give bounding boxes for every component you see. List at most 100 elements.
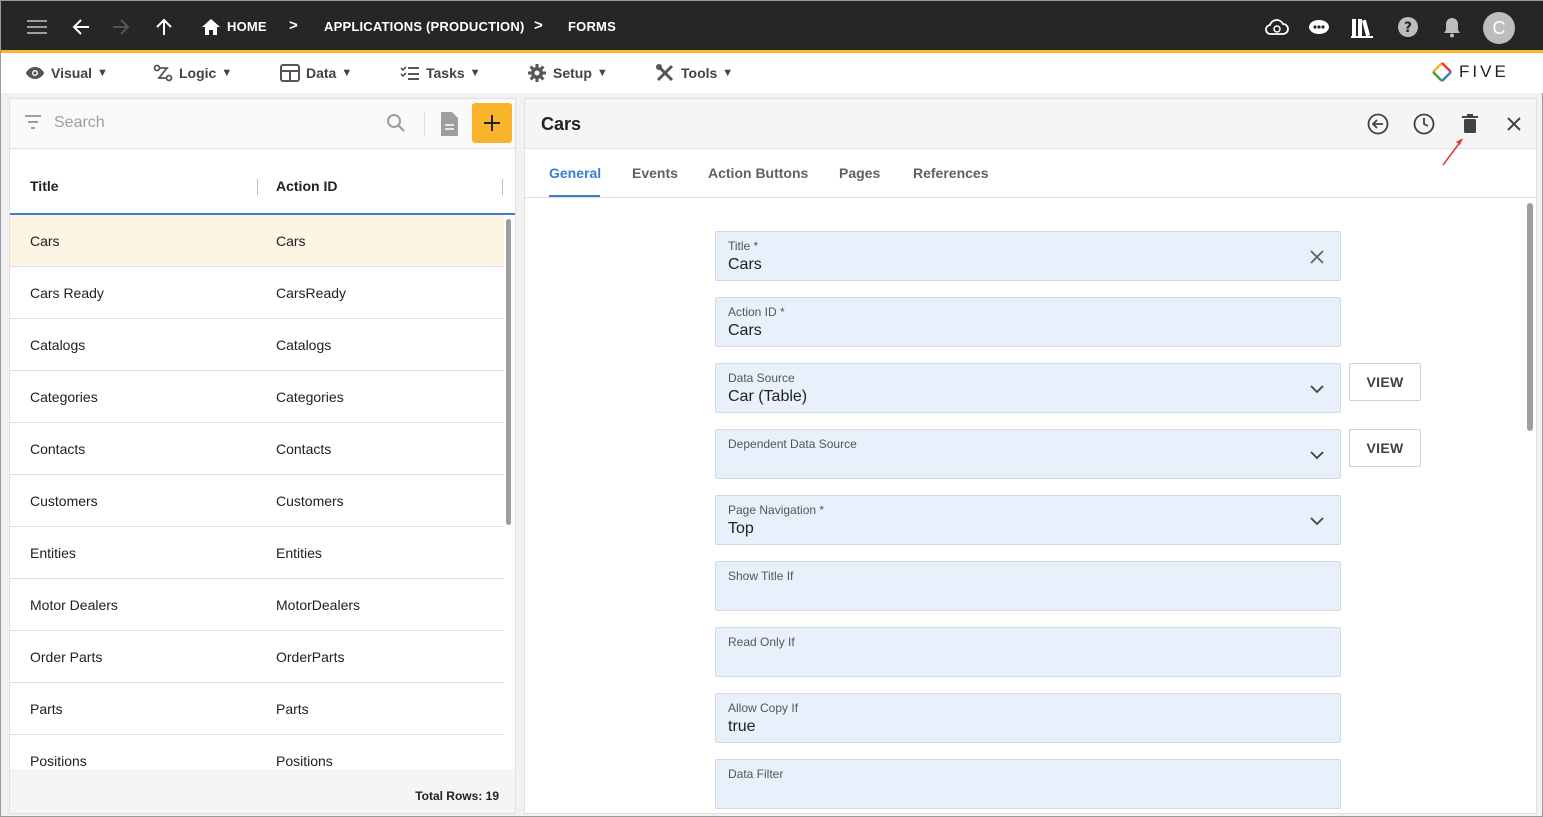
cloud-sync-icon[interactable] [1265, 15, 1289, 39]
dependent-data-source-select[interactable]: Dependent Data Source [715, 429, 1341, 479]
svg-text:?: ? [1404, 20, 1412, 36]
table-row[interactable]: Customers Customers [10, 475, 504, 527]
avatar[interactable]: C [1483, 12, 1515, 44]
list-rows: Cars Cars Cars Ready CarsReady Catalogs Cat… [10, 215, 504, 769]
eye-icon [26, 67, 44, 79]
tab-action-buttons[interactable]: Action Buttons [708, 165, 808, 181]
close-icon[interactable] [1502, 112, 1526, 136]
table-row[interactable]: Cars Cars [10, 215, 504, 267]
data-source-select[interactable]: Data Source Car (Table) [715, 363, 1341, 413]
row-title: Categories [30, 389, 98, 405]
action-id-field-label: Action ID * [728, 305, 785, 319]
clear-icon[interactable] [1306, 246, 1328, 268]
dependent-data-source-label: Dependent Data Source [728, 437, 857, 451]
search-bar: Search [10, 99, 515, 149]
menu-setup[interactable]: Setup ▼ [527, 63, 608, 83]
menu-data-label: Data [306, 65, 337, 81]
table-row[interactable]: Entities Entities [10, 527, 504, 579]
breadcrumb-applications[interactable]: APPLICATIONS (PRODUCTION) [324, 19, 524, 34]
form-scrollbar[interactable] [1527, 203, 1533, 431]
tab-events[interactable]: Events [632, 165, 678, 181]
action-id-field-value: Cars [728, 322, 762, 339]
allow-copy-if-field[interactable]: Allow Copy If true [715, 693, 1341, 743]
chevron-down-icon[interactable] [1306, 510, 1328, 532]
breadcrumb-separator: > [534, 17, 543, 34]
menu-icon[interactable] [25, 15, 49, 39]
title-field[interactable]: Title * Cars [715, 231, 1341, 281]
tab-pages[interactable]: Pages [839, 165, 880, 181]
column-separator[interactable] [257, 179, 258, 195]
chat-bot-icon[interactable] [1307, 15, 1331, 39]
row-title: Cars [30, 233, 60, 249]
list-scrollbar[interactable] [506, 219, 511, 525]
title-field-label: Title * [728, 239, 759, 253]
row-action-id: Entities [276, 545, 322, 561]
row-title: Positions [30, 753, 87, 769]
show-title-if-field[interactable]: Show Title If [715, 561, 1341, 611]
page-navigation-select[interactable]: Page Navigation * Top [715, 495, 1341, 545]
title-field-value: Cars [728, 256, 762, 273]
row-title: Customers [30, 493, 98, 509]
allow-copy-if-value: true [728, 718, 756, 735]
read-only-if-label: Read Only If [728, 635, 795, 649]
data-filter-field[interactable]: Data Filter [715, 759, 1341, 809]
up-arrow-icon[interactable] [152, 15, 176, 39]
table-row[interactable]: Positions Positions [10, 735, 504, 769]
column-separator[interactable] [502, 179, 503, 195]
menu-tasks[interactable]: Tasks ▼ [400, 63, 481, 83]
search-divider [424, 111, 425, 137]
row-title: Parts [30, 701, 63, 717]
dependent-data-source-view-button[interactable]: VIEW [1349, 429, 1421, 467]
allow-copy-if-label: Allow Copy If [728, 701, 799, 715]
home-icon[interactable] [199, 15, 223, 39]
menu-logic[interactable]: Logic ▼ [153, 63, 232, 83]
chevron-down-icon[interactable] [1306, 444, 1328, 466]
breadcrumb-home[interactable]: HOME [227, 19, 267, 34]
tasks-icon [400, 66, 419, 80]
add-button[interactable] [472, 103, 512, 143]
back-arrow-icon[interactable] [69, 15, 93, 39]
row-title: Motor Dealers [30, 597, 118, 613]
menu-data[interactable]: Data ▼ [280, 63, 352, 83]
table-row[interactable]: Catalogs Catalogs [10, 319, 504, 371]
menu-visual[interactable]: Visual ▼ [25, 63, 108, 83]
column-action-id[interactable]: Action ID [276, 178, 337, 194]
search-icon[interactable] [386, 113, 406, 138]
chevron-down-icon[interactable] [1306, 378, 1328, 400]
history-icon[interactable] [1412, 112, 1436, 136]
form-header: Cars [525, 99, 1536, 149]
table-row[interactable]: Contacts Contacts [10, 423, 504, 475]
table-row[interactable]: Order Parts OrderParts [10, 631, 504, 683]
help-icon[interactable]: ? [1396, 15, 1420, 39]
tab-references[interactable]: References [913, 165, 989, 181]
column-title[interactable]: Title [30, 178, 59, 194]
bell-icon[interactable] [1440, 15, 1464, 39]
data-source-view-button[interactable]: VIEW [1349, 363, 1421, 401]
table-row[interactable]: Parts Parts [10, 683, 504, 735]
menu-tools[interactable]: Tools ▼ [655, 63, 733, 83]
forward-arrow-icon[interactable] [109, 15, 133, 39]
row-action-id: CarsReady [276, 285, 347, 301]
row-action-id: Positions [276, 753, 333, 769]
search-input[interactable]: Search [54, 114, 105, 132]
table-row[interactable]: Cars Ready CarsReady [10, 267, 504, 319]
logic-icon [153, 64, 173, 82]
breadcrumb-forms[interactable]: FORMS [568, 19, 616, 34]
tab-general[interactable]: General [549, 165, 601, 181]
row-title: Cars Ready [30, 285, 104, 301]
row-action-id: OrderParts [276, 649, 345, 665]
data-source-label: Data Source [728, 371, 795, 385]
filter-icon[interactable] [24, 115, 42, 134]
document-icon[interactable] [439, 111, 459, 142]
menu-tools-label: Tools [681, 65, 718, 81]
back-circle-icon[interactable] [1366, 112, 1390, 136]
list-panel: Search Title Action ID Cars Cars Cars Rea… [9, 98, 516, 814]
breadcrumb-separator: > [289, 17, 298, 34]
library-icon[interactable] [1350, 15, 1374, 39]
table-row[interactable]: Categories Categories [10, 371, 504, 423]
table-row[interactable]: Motor Dealers MotorDealers [10, 579, 504, 631]
action-id-field[interactable]: Action ID * Cars [715, 297, 1341, 347]
read-only-if-field[interactable]: Read Only If [715, 627, 1341, 677]
form-title: Cars [541, 114, 582, 134]
delete-icon[interactable] [1458, 112, 1482, 136]
